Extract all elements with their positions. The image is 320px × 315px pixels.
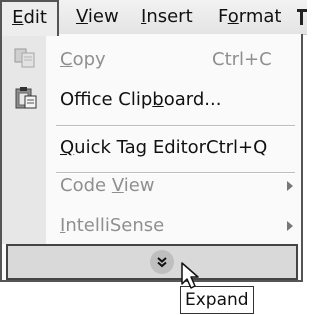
submenu-arrow-icon: [287, 181, 293, 191]
menubar-view-label: iew: [87, 6, 119, 27]
menu-bar: Edit View Insert Format: [0, 0, 307, 36]
arrow-cursor-icon: [180, 262, 204, 296]
menubar-item-edit[interactable]: Edit: [0, 0, 59, 36]
menu-item-copy-label: Copy: [60, 49, 106, 70]
menubar-view-accesskey: V: [76, 6, 88, 27]
menu-item-quick-tag-editor-label: Quick Tag Editor: [60, 137, 207, 158]
menubar-item-view[interactable]: View: [76, 0, 119, 34]
menu-item-code-view-label: Code View: [60, 175, 155, 196]
menu-separator: [56, 125, 295, 127]
menu-item-office-clipboard-label: Office Clipboard...: [60, 89, 222, 110]
menu-item-copy-shortcut: Ctrl+C: [212, 49, 272, 70]
submenu-arrow-icon: [287, 221, 293, 231]
menubar-format-accesskey: o: [227, 6, 239, 27]
menubar-insert-label: nsert: [146, 6, 193, 27]
menu-item-intellisense-label: IntelliSense: [60, 215, 165, 236]
menu-item-quick-tag-editor[interactable]: Quick Tag Editor Ctrl+Q: [46, 128, 301, 168]
menu-item-quick-tag-editor-shortcut: Ctrl+Q: [206, 137, 268, 158]
menubar-format-prefix: F: [218, 6, 228, 27]
menubar-item-format[interactable]: Format: [218, 0, 281, 34]
clipboard-icon: [14, 86, 38, 114]
menubar-overflow-edge: [295, 0, 307, 34]
menu-item-office-clipboard[interactable]: Office Clipboard...: [46, 80, 301, 120]
menu-expand-bar[interactable]: [6, 244, 298, 280]
menubar-edit-accesskey: E: [12, 7, 24, 28]
menubar-edit-label: dit: [23, 7, 47, 28]
copy-icon: [14, 48, 36, 72]
menu-item-copy[interactable]: Copy Ctrl+C: [46, 40, 301, 80]
menubar-item-insert[interactable]: Insert: [141, 0, 193, 34]
menu-item-intellisense[interactable]: IntelliSense: [46, 206, 301, 246]
overflow-t-icon: [297, 9, 307, 25]
menu-item-code-view[interactable]: Code View: [46, 166, 301, 206]
double-chevron-down-icon[interactable]: [150, 250, 174, 274]
menubar-format-label: rmat: [238, 6, 282, 27]
